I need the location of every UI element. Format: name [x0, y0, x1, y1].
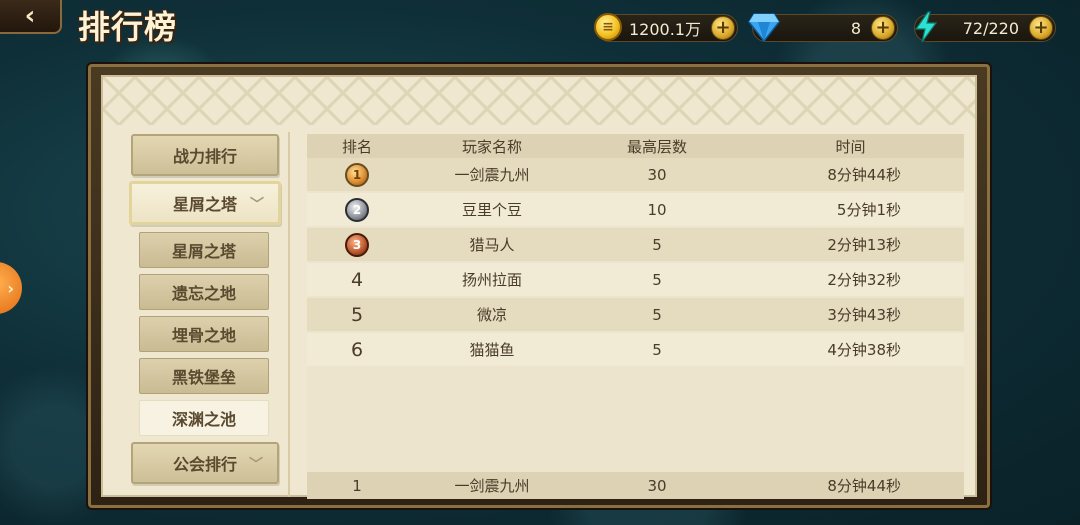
tab-guild-rank-label: 公会排行	[172, 455, 237, 474]
gold-resource: ≡ 1200.1万 +	[594, 13, 738, 42]
diamond-icon	[747, 10, 781, 44]
add-diamond-button[interactable]: +	[871, 16, 895, 40]
silver-medal-icon: 2	[345, 197, 369, 222]
sub-tab-label: 埋骨之地	[171, 326, 236, 345]
panel-decoration	[103, 77, 975, 125]
my-floor-cell: 30	[647, 476, 667, 495]
sub-tab-forgotten-land[interactable]: 遗忘之地	[139, 274, 269, 310]
back-button[interactable]: ‹	[0, 0, 62, 34]
energy-resource: 72/220 +	[914, 11, 1056, 43]
gold-medal-icon: 1	[345, 162, 369, 187]
tab-power-rank-label: 战力排行	[172, 147, 237, 166]
sub-tab-label: 黑铁堡垒	[171, 368, 236, 387]
sub-tab-burial-ground[interactable]: 埋骨之地	[139, 316, 269, 352]
panel-content: 战力排行 星屑之塔 ﹀ 星屑之塔 遗忘之地 埋骨之地 黑铁堡垒 深渊之池 公会排…	[101, 75, 977, 499]
table-row[interactable]: 6 猫猫鱼 5 4分钟38秒	[307, 333, 964, 366]
my-name-cell: 一剑震九州	[454, 477, 530, 495]
floor-cell: 10	[647, 200, 667, 219]
player-name-cell: 微凉	[476, 306, 507, 324]
chevron-down-icon: ﹀	[249, 457, 263, 473]
time-cell: 2分钟32秒	[827, 271, 901, 289]
tab-guild-rank[interactable]: 公会排行 ﹀	[131, 442, 279, 484]
gold-value: 1200.1万	[629, 20, 701, 39]
table-row[interactable]: 1 一剑震九州 30 8分钟44秒	[307, 158, 964, 191]
table-header: 排名 玩家名称 最高层数 时间	[307, 134, 964, 158]
time-cell: 3分钟43秒	[827, 306, 901, 324]
add-energy-button[interactable]: +	[1029, 16, 1053, 40]
diamond-value: 8	[850, 18, 861, 38]
chevron-right-icon: ›	[7, 278, 14, 298]
tab-star-tower[interactable]: 星屑之塔 ﹀	[129, 181, 281, 225]
lightning-icon	[909, 10, 943, 44]
time-cell: 5分钟1秒	[836, 201, 901, 219]
sub-tab-black-iron-fortress[interactable]: 黑铁堡垒	[139, 358, 269, 394]
ranking-table: 排名 玩家名称 最高层数 时间 1 一剑震九州 30 8分钟44秒 2 豆里个豆…	[307, 134, 964, 499]
page-title: 排行榜	[78, 8, 178, 46]
sub-tab-star-tower[interactable]: 星屑之塔	[139, 232, 269, 268]
player-name-cell: 一剑震九州	[454, 166, 530, 184]
tab-power-rank[interactable]: 战力排行	[131, 134, 279, 176]
tab-star-tower-label: 星屑之塔	[172, 195, 237, 214]
table-row[interactable]: 3 猎马人 5 2分钟13秒	[307, 228, 964, 261]
table-row[interactable]: 4 扬州拉面 5 2分钟32秒	[307, 263, 964, 296]
floor-cell: 5	[652, 340, 662, 359]
rank-cell: 1	[307, 162, 407, 187]
floor-cell: 5	[652, 270, 662, 289]
chevron-down-icon: ﹀	[250, 197, 264, 213]
category-sidebar: 战力排行 星屑之塔 ﹀ 星屑之塔 遗忘之地 埋骨之地 黑铁堡垒 深渊之池 公会排…	[129, 132, 289, 497]
energy-value: 72/220	[962, 18, 1019, 38]
player-name-cell: 扬州拉面	[461, 271, 522, 289]
gold-coin-icon: ≡	[591, 10, 625, 44]
leaderboard-panel: 战力排行 星屑之塔 ﹀ 星屑之塔 遗忘之地 埋骨之地 黑铁堡垒 深渊之池 公会排…	[88, 64, 990, 508]
rank-cell: 2	[307, 197, 407, 222]
player-name-cell: 猫猫鱼	[469, 341, 515, 359]
sub-tab-label: 星屑之塔	[171, 242, 236, 261]
diamond-resource: 8 +	[748, 13, 898, 42]
floor-cell: 30	[647, 165, 667, 184]
add-gold-button[interactable]: +	[711, 16, 735, 40]
header-rank: 排名	[341, 137, 372, 156]
rank-cell: 5	[350, 303, 364, 326]
player-name-cell: 猎马人	[469, 236, 515, 254]
divider	[288, 132, 290, 497]
table-row[interactable]: 2 豆里个豆 10 5分钟1秒	[307, 193, 964, 226]
my-time-cell: 8分钟44秒	[827, 477, 901, 495]
back-arrow-icon: ‹	[24, 1, 36, 31]
time-cell: 2分钟13秒	[827, 236, 901, 254]
sub-tab-abyss-pool[interactable]: 深渊之池	[139, 400, 269, 436]
rank-cell: 6	[350, 338, 364, 361]
my-rank-cell: 1	[352, 476, 362, 495]
rank-cell: 3	[307, 232, 407, 257]
header-player-name: 玩家名称	[461, 137, 522, 156]
bronze-medal-icon: 3	[345, 232, 369, 257]
rank-cell: 4	[350, 268, 364, 291]
sub-tab-label: 遗忘之地	[171, 284, 236, 303]
header-time: 时间	[835, 137, 866, 156]
time-cell: 8分钟44秒	[827, 166, 901, 184]
table-row[interactable]: 5 微凉 5 3分钟43秒	[307, 298, 964, 331]
floor-cell: 5	[652, 305, 662, 324]
sub-tab-label: 深渊之池	[171, 410, 236, 429]
floor-cell: 5	[652, 235, 662, 254]
player-name-cell: 豆里个豆	[461, 201, 522, 219]
time-cell: 4分钟38秒	[827, 341, 901, 359]
header-max-floor: 最高层数	[626, 137, 687, 156]
my-rank-row: 1 一剑震九州 30 8分钟44秒	[307, 472, 964, 499]
